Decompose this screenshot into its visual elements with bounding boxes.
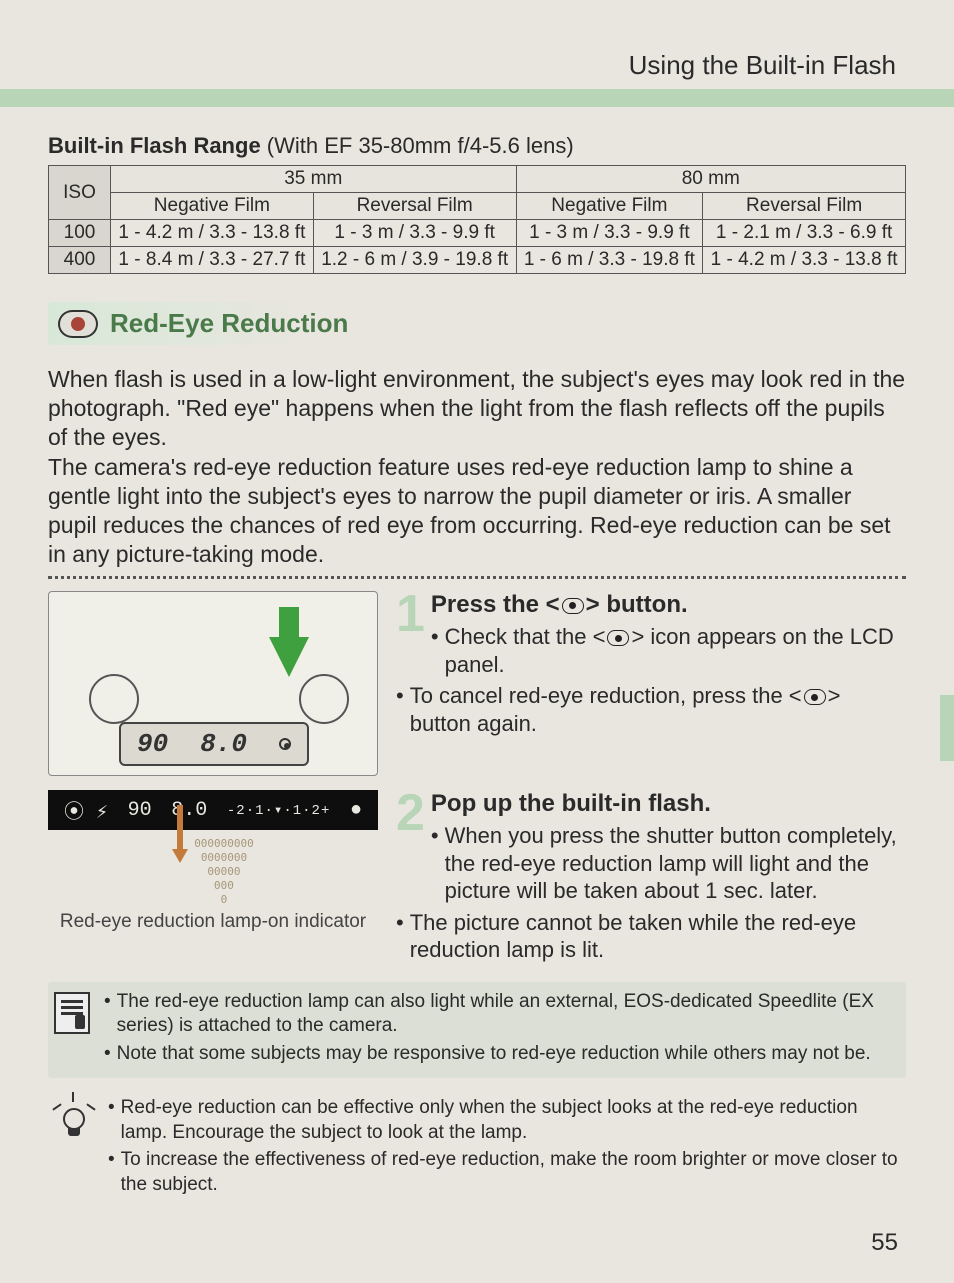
t: Note that some subjects may be responsiv…: [117, 1042, 871, 1067]
t: To increase the effectiveness of red-eye…: [121, 1148, 900, 1197]
lcd-aperture: 8.0: [200, 729, 247, 759]
lcd-panel: 90 8.0: [119, 722, 309, 766]
tip-bulb-icon: [54, 1098, 94, 1142]
cell: 1 - 6 m / 3.3 - 19.8 ft: [516, 247, 703, 274]
vf-focus-dot-icon: ●: [350, 799, 362, 822]
col-80-neg: Negative Film: [516, 193, 703, 220]
red-eye-button-icon: [607, 630, 629, 646]
step-2-bullet-1: •When you press the shutter button compl…: [431, 822, 906, 905]
step-number: 2: [396, 790, 425, 837]
cell: 1 - 8.4 m / 3.3 - 27.7 ft: [111, 247, 314, 274]
col-35-rev: Reversal Film: [313, 193, 516, 220]
red-eye-button-icon: [562, 598, 584, 614]
step-1-bullet-2: • To cancel red-eye reduction, press the…: [396, 682, 906, 737]
page-header: Using the Built-in Flash: [48, 50, 906, 81]
note-2b: •To increase the effectiveness of red-ey…: [108, 1148, 900, 1197]
step-2: ⦿ ⚡ 90 8.0 -2·1·▾·1·2+ ● 000000000000000…: [48, 790, 906, 968]
dial-icon: [299, 674, 349, 724]
red-eye-indicator-icon: [279, 738, 291, 750]
dial-icon: [89, 674, 139, 724]
flash-range-table: ISO 35 mm 80 mm Negative Film Reversal F…: [48, 165, 906, 274]
cell-iso: 400: [49, 247, 111, 274]
step-2-bullet-2: •The picture cannot be taken while the r…: [396, 909, 906, 964]
note-1b: •Note that some subjects may be responsi…: [104, 1042, 900, 1067]
t: Red-eye reduction can be effective only …: [121, 1096, 900, 1145]
divider: [48, 576, 906, 579]
red-eye-icon: [58, 310, 98, 338]
intro-paragraph-1: When flash is used in a low-light enviro…: [48, 365, 906, 451]
viewfinder-strip: ⦿ ⚡ 90 8.0 -2·1·▾·1·2+ ●: [48, 790, 378, 830]
intro-paragraph-2: The camera's red-eye reduction feature u…: [48, 453, 906, 568]
lamp-indicator-diagram: 0000000000000000000000000 Red-eye reduct…: [48, 838, 378, 934]
step-1: 90 8.0 1 Press the < > button. • Check th…: [48, 591, 906, 776]
col-35mm: 35 mm: [111, 166, 517, 193]
flash-range-title: Built-in Flash Range (With EF 35-80mm f/…: [48, 133, 906, 159]
table-row: 100 1 - 4.2 m / 3.3 - 13.8 ft 1 - 3 m / …: [49, 220, 906, 247]
note-1a: •The red-eye reduction lamp can also lig…: [104, 990, 900, 1039]
countdown-bars-icon: 0000000000000000000000000: [194, 838, 254, 905]
cell: 1 - 4.2 m / 3.3 - 13.8 ft: [111, 220, 314, 247]
section-tab: [940, 695, 954, 761]
col-80mm: 80 mm: [516, 166, 905, 193]
cell: 1 - 4.2 m / 3.3 - 13.8 ft: [703, 247, 906, 274]
note-box-2: •Red-eye reduction can be effective only…: [48, 1088, 906, 1209]
vf-ev-scale: -2·1·▾·1·2+: [227, 802, 330, 819]
camera-back-diagram: 90 8.0: [48, 591, 378, 776]
arrow-down-icon: [269, 637, 309, 677]
vf-flash-icon: ⦿ ⚡: [64, 795, 108, 825]
cell: 1 - 3 m / 3.3 - 9.9 ft: [516, 220, 703, 247]
step-2-title: Pop up the built-in flash.: [396, 790, 906, 818]
t: To cancel red-eye reduction, press the <: [410, 683, 802, 708]
page-number: 55: [871, 1229, 898, 1257]
col-35-neg: Negative Film: [111, 193, 314, 220]
section-heading-text: Red-Eye Reduction: [110, 308, 348, 339]
t: > button.: [586, 591, 688, 618]
cell: 1 - 2.1 m / 3.3 - 6.9 ft: [703, 220, 906, 247]
t: The picture cannot be taken while the re…: [410, 909, 906, 964]
cell: 1 - 3 m / 3.3 - 9.9 ft: [313, 220, 516, 247]
t: Press the <: [431, 591, 560, 618]
section-heading: Red-Eye Reduction: [48, 302, 477, 345]
red-eye-button-icon: [804, 689, 826, 705]
t: Check that the <: [445, 624, 606, 649]
note-2a: •Red-eye reduction can be effective only…: [108, 1096, 900, 1145]
lcd-shutter: 90: [137, 729, 168, 759]
col-80-rev: Reversal Film: [703, 193, 906, 220]
vf-shutter: 90: [128, 799, 152, 822]
indicator-caption: Red-eye reduction lamp-on indicator: [48, 911, 378, 934]
step-number: 1: [396, 591, 425, 638]
arrow-down-icon: [172, 849, 188, 863]
note-box-1: •The red-eye reduction lamp can also lig…: [48, 982, 906, 1078]
header-accent-bar: [0, 89, 954, 107]
step-1-bullet-1: • Check that the <> icon appears on the …: [431, 623, 906, 678]
step-1-title: Press the < > button.: [396, 591, 906, 619]
col-iso: ISO: [49, 166, 111, 220]
cell: 1.2 - 6 m / 3.9 - 19.8 ft: [313, 247, 516, 274]
table-row: 400 1 - 8.4 m / 3.3 - 27.7 ft 1.2 - 6 m …: [49, 247, 906, 274]
title-light: (With EF 35-80mm f/4-5.6 lens): [261, 133, 574, 158]
t: When you press the shutter button comple…: [445, 822, 906, 905]
note-document-icon: [54, 992, 90, 1034]
t: The red-eye reduction lamp can also ligh…: [117, 990, 900, 1039]
title-bold: Built-in Flash Range: [48, 133, 261, 158]
cell-iso: 100: [49, 220, 111, 247]
